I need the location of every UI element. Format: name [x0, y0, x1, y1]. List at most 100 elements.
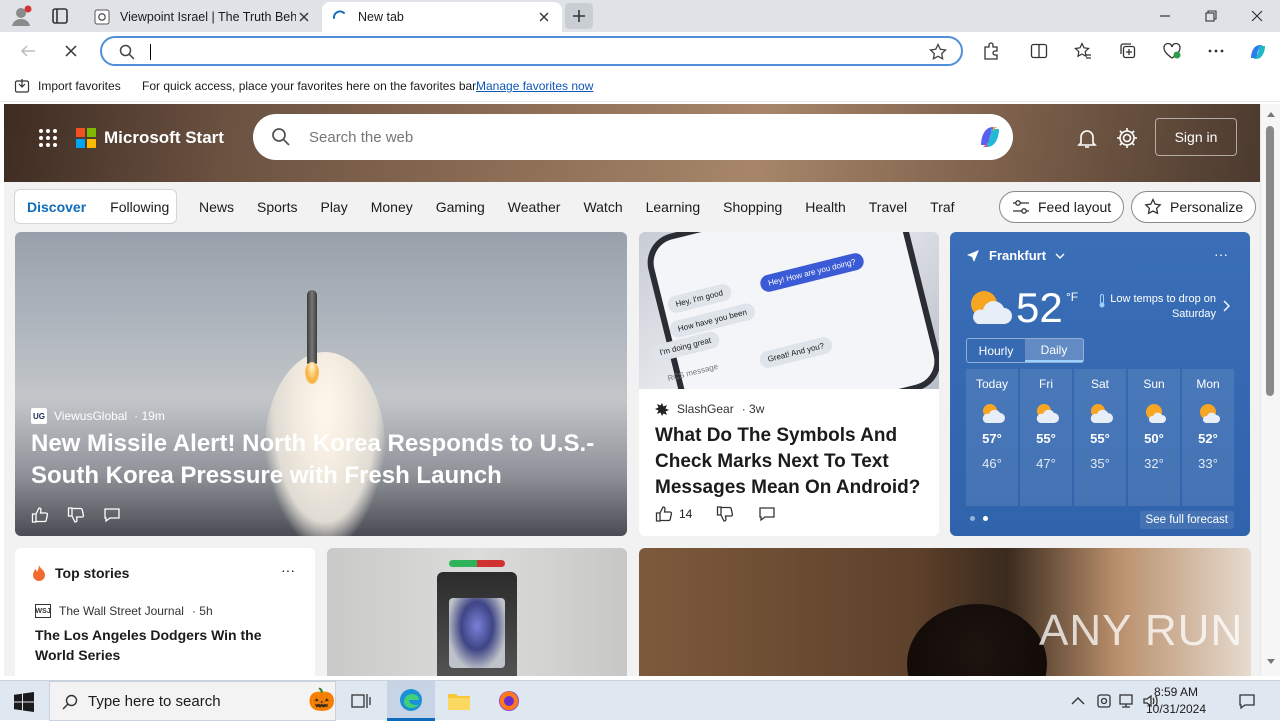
category-travel[interactable]: Travel [869, 199, 907, 215]
forecast-day[interactable]: Today 57° 46° [966, 369, 1018, 506]
story-headline[interactable]: What Do The Symbols And Check Marks Next… [655, 423, 930, 501]
story-headline[interactable]: New Missile Alert! North Korea Responds … [31, 428, 611, 492]
location-arrow-icon [967, 249, 979, 262]
close-tab-icon[interactable] [536, 9, 552, 25]
taskbar-firefox[interactable] [485, 681, 533, 721]
security-icon[interactable] [1096, 692, 1112, 710]
windows-logo-icon [14, 692, 34, 712]
category-news[interactable]: News [199, 199, 234, 215]
taskbar-search[interactable]: Type here to search 🎃 [49, 681, 336, 721]
personalize-label: Personalize [1170, 199, 1244, 215]
more-options-icon[interactable]: ··· [1214, 246, 1228, 262]
tab-actions-icon[interactable] [50, 7, 70, 25]
forecast-day[interactable]: Mon 52° 33° [1182, 369, 1234, 506]
task-view-button[interactable] [337, 681, 385, 721]
minimize-button[interactable] [1142, 0, 1188, 32]
high-temp: 50° [1144, 431, 1164, 446]
thumbs-up-icon[interactable] [655, 505, 673, 523]
forecast-day[interactable]: Sun 50° 32° [1128, 369, 1180, 506]
stop-loading-button[interactable] [60, 40, 82, 62]
photo-story-card[interactable]: ANY RUN [639, 548, 1251, 676]
extensions-icon[interactable] [981, 41, 1001, 61]
new-tab-button[interactable] [565, 3, 593, 29]
feed-layout-button[interactable]: Feed layout [999, 191, 1125, 223]
story-reactions: 14 [655, 505, 776, 523]
weather-card[interactable]: Frankfurt ··· 52 °F Low temps to drop on… [950, 232, 1250, 536]
more-options-icon[interactable]: ··· [281, 562, 295, 578]
daily-tab[interactable]: Daily [1025, 339, 1083, 362]
page-scrollbar[interactable] [1260, 104, 1280, 676]
thumbs-down-icon[interactable] [716, 505, 734, 523]
see-full-forecast-link[interactable]: See full forecast [1139, 511, 1234, 529]
system-clock[interactable]: 8:59 AM 10/31/2024 [1134, 684, 1218, 718]
address-bar[interactable] [100, 36, 963, 66]
category-watch[interactable]: Watch [583, 199, 622, 215]
following-tab[interactable]: Following [98, 199, 181, 215]
favorites-icon[interactable] [1073, 41, 1093, 61]
thumbs-up-icon[interactable] [31, 506, 49, 524]
story-headline[interactable]: The Los Angeles Dodgers Win the World Se… [35, 625, 300, 665]
category-play[interactable]: Play [320, 199, 347, 215]
category-shopping[interactable]: Shopping [723, 199, 782, 215]
scroll-up-icon[interactable] [1266, 110, 1276, 118]
collections-icon[interactable] [1118, 41, 1138, 61]
close-tab-icon[interactable] [296, 9, 312, 25]
more-menu-icon[interactable] [1206, 41, 1226, 61]
category-gaming[interactable]: Gaming [436, 199, 485, 215]
top-stories-card[interactable]: Top stories ··· WSJ The Wall Street Jour… [15, 548, 315, 676]
low-temp: 47° [1036, 456, 1056, 471]
story-source: UG ViewusGlobal · 19m [31, 408, 165, 424]
back-button[interactable] [17, 40, 39, 62]
thumbs-down-icon[interactable] [67, 506, 85, 524]
discover-tab[interactable]: Discover [15, 199, 98, 215]
import-favorites-button[interactable]: Import favorites [14, 78, 121, 94]
web-search-placeholder: Search the web [309, 129, 414, 146]
close-window-button[interactable] [1234, 0, 1280, 32]
microsoft-start-logo[interactable]: Microsoft Start [76, 128, 224, 148]
lock-indicator-image [449, 560, 505, 567]
carousel-dots[interactable] [970, 516, 988, 521]
start-button[interactable] [14, 692, 34, 712]
profile-icon[interactable] [10, 5, 32, 27]
manage-favorites-link[interactable]: Manage favorites now [476, 79, 593, 93]
browser-essentials-icon[interactable] [1162, 41, 1182, 61]
copilot-icon[interactable] [1246, 40, 1270, 64]
category-weather[interactable]: Weather [508, 199, 561, 215]
favorite-star-icon[interactable] [929, 43, 947, 61]
settings-gear-icon[interactable] [1115, 126, 1139, 150]
wsj-logo-icon: WSJ [35, 604, 51, 618]
category-health[interactable]: Health [805, 199, 845, 215]
smart-lock-story-card[interactable] [327, 548, 627, 676]
app-launcher-icon[interactable] [38, 128, 58, 148]
tab-viewpoint-israel[interactable]: Viewpoint Israel | The Truth Behin [84, 2, 322, 32]
lead-story-card[interactable]: UG ViewusGlobal · 19m New Missile Alert!… [15, 232, 627, 536]
weather-location[interactable]: Frankfurt [966, 248, 1065, 263]
web-search-box[interactable]: Search the web [253, 114, 1013, 160]
category-money[interactable]: Money [371, 199, 413, 215]
scrollbar-thumb[interactable] [1266, 126, 1274, 396]
comment-icon[interactable] [103, 506, 121, 524]
restore-button[interactable] [1188, 0, 1234, 32]
taskbar-edge[interactable] [387, 681, 435, 721]
category-sports[interactable]: Sports [257, 199, 297, 215]
category-learning[interactable]: Learning [646, 199, 701, 215]
sign-in-button[interactable]: Sign in [1155, 118, 1237, 156]
forecast-day[interactable]: Fri 55° 47° [1020, 369, 1072, 506]
phone-story-card[interactable]: Hey! How are you doing? Hey, I'm good Ho… [639, 232, 939, 536]
hourly-tab[interactable]: Hourly [967, 339, 1025, 362]
copilot-icon[interactable] [975, 123, 1005, 151]
mostly-sunny-icon [1200, 404, 1220, 423]
taskbar-file-explorer[interactable] [435, 681, 483, 721]
forecast-day[interactable]: Sat 55° 35° [1074, 369, 1126, 506]
high-temp: 55° [1090, 431, 1110, 446]
notifications-bell-icon[interactable] [1075, 126, 1099, 150]
show-hidden-icons-icon[interactable] [1071, 696, 1085, 706]
category-traffic[interactable]: Traf [930, 199, 954, 215]
split-screen-icon[interactable] [1029, 41, 1049, 61]
tab-new-tab[interactable]: New tab [322, 2, 562, 32]
notifications-icon[interactable] [1238, 692, 1256, 710]
weather-alert[interactable]: Low temps to drop on Saturday [1099, 292, 1230, 322]
comment-icon[interactable] [758, 505, 776, 523]
scroll-down-icon[interactable] [1266, 658, 1276, 666]
personalize-button[interactable]: Personalize [1131, 191, 1257, 223]
